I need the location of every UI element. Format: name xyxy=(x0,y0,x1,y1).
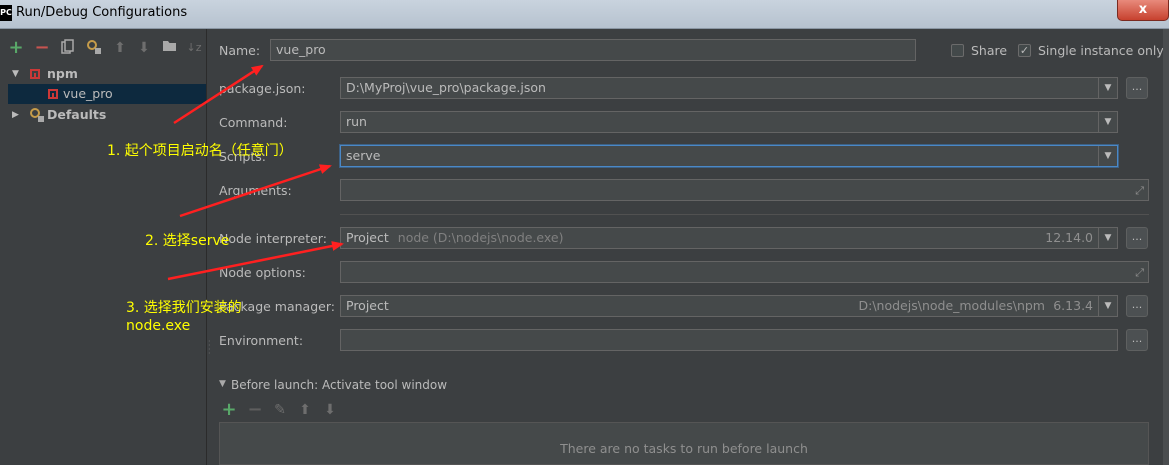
move-up-icon[interactable]: ⬆ xyxy=(297,401,313,419)
chevron-down-icon[interactable]: ▼ xyxy=(12,64,19,84)
node-version: 12.14.0 xyxy=(1045,230,1093,245)
move-up-icon[interactable]: ⬆ xyxy=(112,39,128,57)
move-down-icon[interactable]: ⬇ xyxy=(322,401,338,419)
annotation-note-3-line2: node.exe xyxy=(126,318,191,334)
app-icon: PC xyxy=(0,5,12,21)
npm-icon xyxy=(30,69,40,79)
npm-icon xyxy=(48,89,58,99)
node-interpreter-label: Node interpreter: xyxy=(219,231,327,246)
copy-icon[interactable] xyxy=(60,39,76,57)
before-launch-tasks-list[interactable]: There are no tasks to run before launch xyxy=(219,422,1149,465)
package-manager-path: D:\nodejs\node_modules\npm xyxy=(858,298,1046,313)
environment-browse-button[interactable]: ... xyxy=(1126,329,1148,351)
scripts-combo[interactable]: serve ▼ xyxy=(340,145,1118,167)
share-checkbox[interactable] xyxy=(951,44,964,57)
command-label: Command: xyxy=(219,115,288,130)
node-interpreter-path: node (D:\nodejs\node.exe) xyxy=(397,230,564,245)
environment-label: Environment: xyxy=(219,333,304,348)
node-options-label: Node options: xyxy=(219,265,306,280)
scripts-value: serve xyxy=(346,148,381,163)
section-divider xyxy=(340,214,1149,215)
close-button[interactable]: x xyxy=(1117,0,1169,21)
remove-icon[interactable]: − xyxy=(247,401,263,419)
tree-group-defaults[interactable]: ▶ Defaults xyxy=(0,105,206,125)
sort-icon[interactable]: ↓z xyxy=(186,39,202,57)
annotation-note-3-line1: 3. 选择我们安装的 xyxy=(126,300,242,316)
share-label: Share xyxy=(971,43,1008,58)
add-icon[interactable]: + xyxy=(8,39,24,57)
command-value: run xyxy=(346,114,367,129)
collapse-arrow-icon[interactable]: ▼ xyxy=(219,379,226,389)
command-combo[interactable]: run ▼ xyxy=(340,111,1118,133)
tree-group-npm[interactable]: ▼ npm xyxy=(0,64,206,84)
name-input[interactable]: vue_pro xyxy=(270,39,916,61)
dropdown-arrow-icon[interactable]: ▼ xyxy=(1098,146,1117,166)
annotation-note-1: 1. 起个项目启动名（任意门） xyxy=(107,143,293,159)
package-json-value: D:\MyProj\vue_pro\package.json xyxy=(346,80,546,95)
package-manager-browse-button[interactable]: ... xyxy=(1126,295,1148,317)
package-manager-combo[interactable]: Project D:\nodejs\node_modules\npm 6.13.… xyxy=(340,295,1118,317)
environment-input[interactable] xyxy=(340,329,1118,351)
before-launch-header[interactable]: Before launch: Activate tool window xyxy=(231,378,447,392)
package-manager-value: Project xyxy=(346,298,389,313)
dropdown-arrow-icon[interactable]: ▼ xyxy=(1098,78,1117,98)
arguments-label: Arguments: xyxy=(219,183,292,198)
node-interpreter-combo[interactable]: Project node (D:\nodejs\node.exe) 12.14.… xyxy=(340,227,1118,249)
before-launch-toolbar: + − ✎ ⬆ ⬇ xyxy=(221,401,341,419)
configuration-form: Name: vue_pro Share ✓ Single instance on… xyxy=(207,29,1169,465)
node-interpreter-browse-button[interactable]: ... xyxy=(1126,227,1148,249)
dropdown-arrow-icon[interactable]: ▼ xyxy=(1098,296,1117,316)
tree-item-vue-pro[interactable]: vue_pro xyxy=(8,84,206,104)
node-interpreter-value: Project xyxy=(346,230,389,245)
node-options-input[interactable]: ⤢ xyxy=(340,261,1149,283)
arguments-input[interactable]: ⤢ xyxy=(340,179,1149,201)
package-json-label: package.json: xyxy=(219,81,306,96)
name-label: Name: xyxy=(219,43,261,58)
tree-group-label: npm xyxy=(47,66,78,81)
single-instance-label: Single instance only xyxy=(1038,43,1164,58)
folder-icon[interactable] xyxy=(161,39,177,57)
add-icon[interactable]: + xyxy=(221,401,237,419)
window-title-bar: PC Run/Debug Configurations x xyxy=(0,0,1169,29)
empty-tasks-text: There are no tasks to run before launch xyxy=(560,441,808,456)
defaults-label: Defaults xyxy=(47,107,107,122)
expand-icon[interactable]: ⤢ xyxy=(1135,181,1144,200)
tree-item-label: vue_pro xyxy=(63,86,113,101)
package-json-browse-button[interactable]: ... xyxy=(1126,77,1148,99)
remove-icon[interactable]: − xyxy=(34,39,50,57)
edit-icon[interactable]: ✎ xyxy=(272,401,288,419)
move-down-icon[interactable]: ⬇ xyxy=(136,39,152,57)
single-instance-checkbox[interactable]: ✓ xyxy=(1018,44,1031,57)
chevron-right-icon[interactable]: ▶ xyxy=(12,105,19,125)
dropdown-arrow-icon[interactable]: ▼ xyxy=(1098,228,1117,248)
annotation-note-2: 2. 选择serve xyxy=(145,233,230,249)
settings-icon[interactable] xyxy=(86,39,102,57)
window-title: Run/Debug Configurations xyxy=(16,5,188,20)
window-edge xyxy=(1163,29,1169,465)
package-json-combo[interactable]: D:\MyProj\vue_pro\package.json ▼ xyxy=(340,77,1118,99)
expand-icon[interactable]: ⤢ xyxy=(1135,263,1144,282)
defaults-gear-icon xyxy=(29,105,45,130)
dropdown-arrow-icon[interactable]: ▼ xyxy=(1098,112,1117,132)
npm-version: 6.13.4 xyxy=(1053,298,1093,313)
